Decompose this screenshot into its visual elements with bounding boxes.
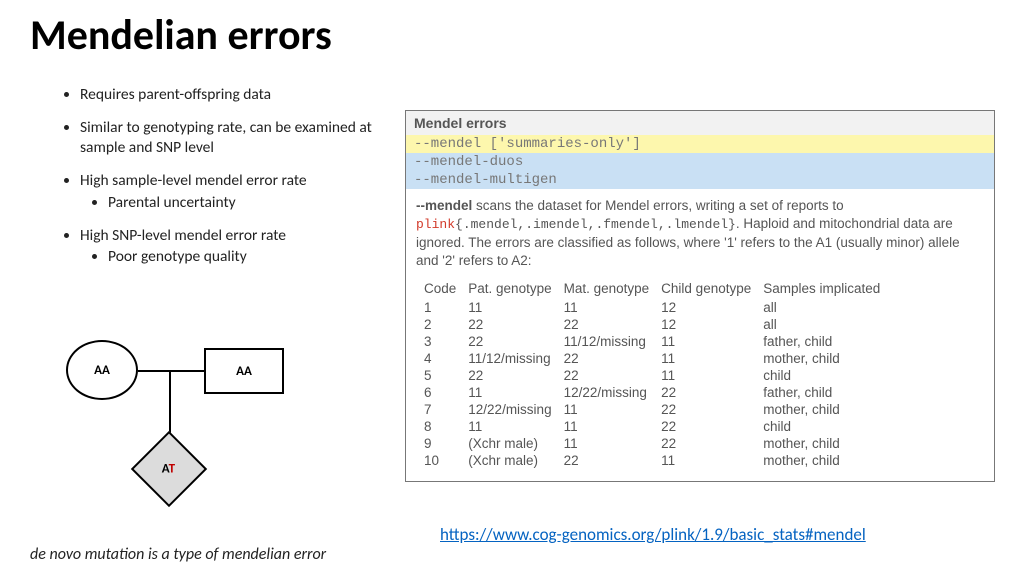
table-cell: 11/12/missing [468,350,563,367]
bullet-sub-item: Parental uncertainty [108,193,390,212]
table-cell: 11 [661,350,763,367]
table-row: 5222211child [424,367,892,384]
table-row: 1111112all [424,299,892,316]
table-cell: 12 [661,316,763,333]
table-cell: all [763,316,892,333]
table-cell: 4 [424,350,468,367]
pedigree-connector [169,370,171,440]
table-cell: 22 [661,384,763,401]
col-samples: Samples implicated [763,280,892,299]
table-cell: child [763,418,892,435]
table-cell: 22 [468,333,563,350]
table-cell: 22 [468,367,563,384]
doc-description: --mendel scans the dataset for Mendel er… [406,189,994,274]
table-cell: 22 [661,401,763,418]
code-line: --mendel-multigen [406,171,994,189]
bullet-item: High SNP-level mendel error rate Poor ge… [80,226,390,267]
col-mat: Mat. genotype [564,280,662,299]
table-cell: 11 [564,299,662,316]
table-cell: 3 [424,333,468,350]
col-child: Child genotype [661,280,763,299]
table-cell: mother, child [763,435,892,452]
table-cell: 10 [424,452,468,469]
table-cell: all [763,299,892,316]
pedigree-connector [138,370,204,372]
documentation-panel: Mendel errors --mendel ['summaries-only'… [405,110,995,482]
pedigree-mother: AA [66,340,138,400]
table-cell: 12/22/missing [564,384,662,401]
source-link[interactable]: https://www.cog-genomics.org/plink/1.9/b… [440,524,866,545]
table-cell: 11 [468,418,563,435]
table-cell: 2 [424,316,468,333]
table-row: 411/12/missing2211mother, child [424,350,892,367]
table-row: 8111122child [424,418,892,435]
table-cell: 6 [424,384,468,401]
footnote: de novo mutation is a type of mendelian … [30,545,326,564]
table-cell: 11 [468,299,563,316]
bullet-item: High sample-level mendel error rate Pare… [80,171,390,212]
bullet-item: Similar to genotyping rate, can be exami… [80,118,390,157]
error-code-table: Code Pat. genotype Mat. genotype Child g… [424,280,892,469]
table-cell: 11 [661,333,763,350]
bullet-item: Requires parent-offspring data [80,85,390,104]
table-cell: child [763,367,892,384]
table-cell: 12 [661,299,763,316]
table-row: 10(Xchr male)2211mother, child [424,452,892,469]
table-cell: 1 [424,299,468,316]
table-cell: 11 [661,452,763,469]
col-code: Code [424,280,468,299]
table-cell: father, child [763,333,892,350]
table-cell: 5 [424,367,468,384]
doc-header: Mendel errors [406,111,994,135]
pedigree-father: AA [204,348,284,394]
table-row: 61112/22/missing22father, child [424,384,892,401]
table-cell: (Xchr male) [468,435,563,452]
table-cell: 22 [564,452,662,469]
table-cell: mother, child [763,452,892,469]
table-cell: 9 [424,435,468,452]
table-row: 712/22/missing1122mother, child [424,401,892,418]
table-row: 2222212all [424,316,892,333]
table-cell: 8 [424,418,468,435]
table-cell: 22 [564,367,662,384]
code-line: --mendel-duos [406,153,994,171]
table-row: 9(Xchr male)1122mother, child [424,435,892,452]
bullet-list-container: Requires parent-offspring data Similar t… [60,85,390,281]
code-line: --mendel ['summaries-only'] [406,135,994,153]
table-cell: 22 [661,418,763,435]
table-cell: 7 [424,401,468,418]
pedigree-child: AT [131,431,207,507]
table-cell: 22 [564,316,662,333]
table-cell: father, child [763,384,892,401]
table-cell: mother, child [763,350,892,367]
table-cell: 22 [468,316,563,333]
table-cell: 11 [468,384,563,401]
table-cell: 11 [661,367,763,384]
table-cell: mother, child [763,401,892,418]
table-cell: 22 [661,435,763,452]
table-cell: 11 [564,435,662,452]
bullet-sub-item: Poor genotype quality [108,247,390,266]
table-cell: 11 [564,401,662,418]
table-cell: 22 [564,350,662,367]
slide-title: Mendelian errors [30,10,332,61]
table-cell: (Xchr male) [468,452,563,469]
pedigree-diagram: AA AA AT [56,330,316,520]
table-cell: 12/22/missing [468,401,563,418]
col-pat: Pat. genotype [468,280,563,299]
table-cell: 11 [564,418,662,435]
table-cell: 11/12/missing [564,333,662,350]
table-row: 32211/12/missing11father, child [424,333,892,350]
